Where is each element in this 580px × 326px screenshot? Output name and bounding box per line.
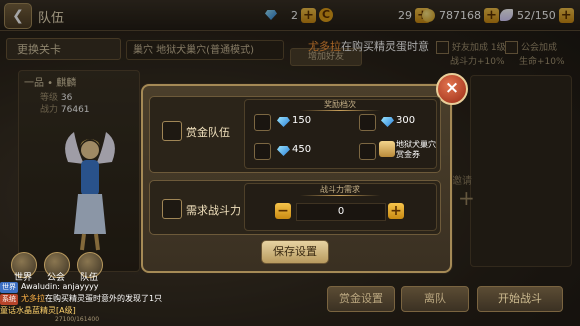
power-requirement-title: 战斗力需求 [320,185,360,194]
chat-text: 在购买精灵蛋时意外的发现了1只 [45,294,163,303]
reward-2-checkbox[interactable] [359,114,376,131]
reward-1-checkbox[interactable] [254,114,271,131]
bounty-team-label: 赏金队伍 [186,126,230,139]
chat-text: anjayyyy [62,282,99,291]
power-requirement-header: 战斗力需求 [300,184,380,196]
chat-message: 系统 尤多拉在购买精灵蛋时意外的发现了1只 [0,293,320,305]
reward-2-amount: 300 [396,115,416,126]
start-battle-button[interactable]: 开始战斗 [477,286,563,312]
save-settings-button[interactable]: 保存设置 [261,240,329,264]
power-requirement-label: 需求战斗力 [186,204,241,217]
exp-counter: 27100/161400 [55,316,100,323]
reward-4-label: 地狱犬巢穴赏金券 [396,140,436,159]
chat-message: 世界 Awaludin: anjayyyy [0,281,320,293]
ticket-icon [379,141,395,157]
increase-button[interactable]: + [388,203,404,219]
world-tag: 世界 [0,282,18,293]
reward-4-checkbox[interactable] [359,143,376,160]
chat-message: 童话水晶蓝精灵[A级] [0,305,320,316]
chat-item: 童话水晶蓝精灵[A级] [0,306,76,315]
reward-1-amount: 150 [292,115,312,126]
header-divider [300,110,380,111]
power-requirement-checkbox[interactable] [162,199,182,219]
chat-sender: Awaludin: [21,282,60,291]
reward-tier-header: 奖励档次 [300,99,380,111]
leave-team-button[interactable]: 离队 [401,286,469,312]
decrease-button[interactable]: − [275,203,291,219]
reward-tier-title: 奖励档次 [324,100,356,109]
power-value-input[interactable]: 0 [296,203,386,221]
system-tag: 系统 [0,294,18,305]
header-divider [300,195,380,196]
chat-player: 尤多拉 [21,294,45,303]
chat-log[interactable]: 世界 Awaludin: anjayyyy 系统 尤多拉在购买精灵蛋时意外的发现了1… [0,281,320,326]
reward-3-amount: 450 [292,144,312,155]
bounty-settings-button[interactable]: 赏金设置 [327,286,395,312]
bounty-team-checkbox[interactable] [162,121,182,141]
reward-3-checkbox[interactable] [254,143,271,160]
